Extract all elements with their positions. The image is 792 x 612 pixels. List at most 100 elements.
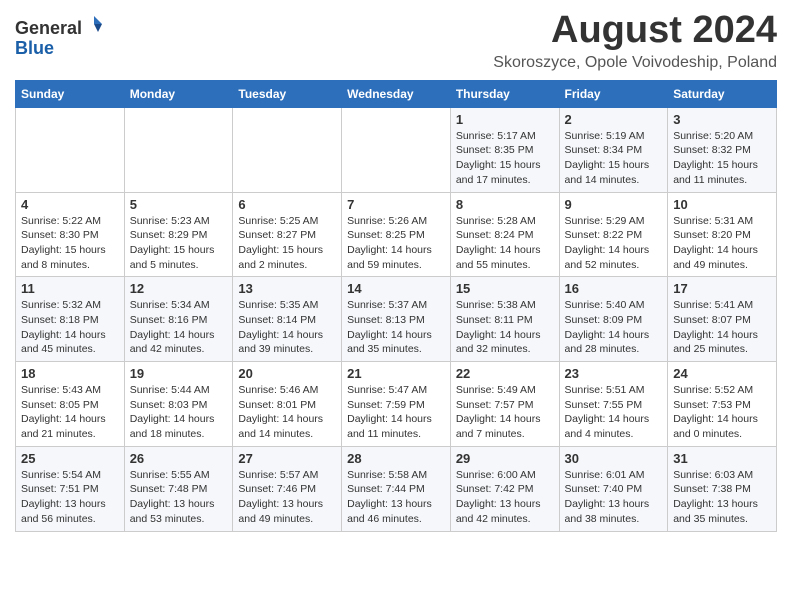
day-number: 17 — [673, 281, 771, 296]
calendar-cell: 8Sunrise: 5:28 AM Sunset: 8:24 PM Daylig… — [450, 192, 559, 277]
day-detail: Sunrise: 5:46 AM Sunset: 8:01 PM Dayligh… — [238, 384, 323, 440]
day-number: 25 — [21, 451, 119, 466]
day-detail: Sunrise: 5:20 AM Sunset: 8:32 PM Dayligh… — [673, 130, 758, 186]
main-title: August 2024 — [493, 10, 777, 52]
day-detail: Sunrise: 5:35 AM Sunset: 8:14 PM Dayligh… — [238, 299, 323, 355]
calendar-cell — [233, 107, 342, 192]
calendar-cell: 6Sunrise: 5:25 AM Sunset: 8:27 PM Daylig… — [233, 192, 342, 277]
calendar-cell: 27 Sunrise: 5:57 AM Sunset: 7:46 PM Dayli… — [233, 446, 342, 531]
week-row-1: 1Sunrise: 5:17 AM Sunset: 8:35 PM Daylig… — [16, 107, 777, 192]
title-block: August 2024 Skoroszyce, Opole Voivodeshi… — [493, 10, 777, 72]
calendar-cell: 12Sunrise: 5:34 AM Sunset: 8:16 PM Dayli… — [124, 277, 233, 362]
calendar-cell — [342, 107, 451, 192]
day-number: 18 — [21, 366, 119, 381]
day-number: 7 — [347, 197, 445, 212]
day-number: 8 — [456, 197, 554, 212]
calendar-cell: 19 Sunrise: 5:44 AM Sunset: 8:03 PM Dayli… — [124, 362, 233, 447]
calendar-cell: 5Sunrise: 5:23 AM Sunset: 8:29 PM Daylig… — [124, 192, 233, 277]
day-number: 19 — [130, 366, 228, 381]
day-number: 2 — [565, 112, 663, 127]
day-number: 15 — [456, 281, 554, 296]
week-row-2: 4 Sunrise: 5:22 AM Sunset: 8:30 PM Daylig… — [16, 192, 777, 277]
calendar-cell: 10 Sunrise: 5:31 AM Sunset: 8:20 PM Dayli… — [668, 192, 777, 277]
day-number: 4 — [21, 197, 119, 212]
day-detail: Sunrise: 5:29 AM Sunset: 8:22 PM Dayligh… — [565, 215, 650, 271]
day-detail: Sunrise: 5:55 AM Sunset: 7:48 PM Dayligh… — [130, 469, 215, 525]
calendar-cell: 18 Sunrise: 5:43 AM Sunset: 8:05 PM Dayli… — [16, 362, 125, 447]
day-detail: Sunrise: 5:38 AM Sunset: 8:11 PM Dayligh… — [456, 299, 541, 355]
week-row-3: 11Sunrise: 5:32 AM Sunset: 8:18 PM Dayli… — [16, 277, 777, 362]
day-number: 14 — [347, 281, 445, 296]
day-number: 24 — [673, 366, 771, 381]
day-detail: Sunrise: 5:44 AM Sunset: 8:03 PM Dayligh… — [130, 384, 215, 440]
day-number: 12 — [130, 281, 228, 296]
calendar-cell: 21 Sunrise: 5:47 AM Sunset: 7:59 PM Dayli… — [342, 362, 451, 447]
day-detail: Sunrise: 6:01 AM Sunset: 7:40 PM Dayligh… — [565, 469, 650, 525]
day-number: 23 — [565, 366, 663, 381]
day-number: 29 — [456, 451, 554, 466]
calendar-table: SundayMondayTuesdayWednesdayThursdayFrid… — [15, 80, 777, 532]
calendar-cell — [124, 107, 233, 192]
day-number: 31 — [673, 451, 771, 466]
logo-blue: Blue — [15, 38, 54, 58]
calendar-cell: 14 Sunrise: 5:37 AM Sunset: 8:13 PM Dayli… — [342, 277, 451, 362]
calendar-cell: 17Sunrise: 5:41 AM Sunset: 8:07 PM Dayli… — [668, 277, 777, 362]
header-row: SundayMondayTuesdayWednesdayThursdayFrid… — [16, 80, 777, 107]
calendar-cell: 24 Sunrise: 5:52 AM Sunset: 7:53 PM Dayli… — [668, 362, 777, 447]
logo-general: General — [15, 18, 82, 38]
col-header-wednesday: Wednesday — [342, 80, 451, 107]
day-number: 28 — [347, 451, 445, 466]
calendar-cell: 28Sunrise: 5:58 AM Sunset: 7:44 PM Dayli… — [342, 446, 451, 531]
day-detail: Sunrise: 5:43 AM Sunset: 8:05 PM Dayligh… — [21, 384, 106, 440]
week-row-4: 18 Sunrise: 5:43 AM Sunset: 8:05 PM Dayli… — [16, 362, 777, 447]
calendar-cell: 30 Sunrise: 6:01 AM Sunset: 7:40 PM Dayli… — [559, 446, 668, 531]
day-detail: Sunrise: 5:23 AM Sunset: 8:29 PM Dayligh… — [130, 215, 215, 271]
col-header-sunday: Sunday — [16, 80, 125, 107]
col-header-thursday: Thursday — [450, 80, 559, 107]
day-detail: Sunrise: 5:26 AM Sunset: 8:25 PM Dayligh… — [347, 215, 432, 271]
col-header-saturday: Saturday — [668, 80, 777, 107]
calendar-cell: 15 Sunrise: 5:38 AM Sunset: 8:11 PM Dayli… — [450, 277, 559, 362]
calendar-cell: 13Sunrise: 5:35 AM Sunset: 8:14 PM Dayli… — [233, 277, 342, 362]
day-number: 3 — [673, 112, 771, 127]
day-number: 10 — [673, 197, 771, 212]
day-detail: Sunrise: 6:03 AM Sunset: 7:38 PM Dayligh… — [673, 469, 758, 525]
day-number: 20 — [238, 366, 336, 381]
day-detail: Sunrise: 5:40 AM Sunset: 8:09 PM Dayligh… — [565, 299, 650, 355]
day-number: 30 — [565, 451, 663, 466]
day-detail: Sunrise: 5:32 AM Sunset: 8:18 PM Dayligh… — [21, 299, 106, 355]
day-detail: Sunrise: 5:47 AM Sunset: 7:59 PM Dayligh… — [347, 384, 432, 440]
day-number: 21 — [347, 366, 445, 381]
subtitle: Skoroszyce, Opole Voivodeship, Poland — [493, 54, 777, 72]
day-detail: Sunrise: 5:57 AM Sunset: 7:46 PM Dayligh… — [238, 469, 323, 525]
day-detail: Sunrise: 5:52 AM Sunset: 7:53 PM Dayligh… — [673, 384, 758, 440]
day-number: 22 — [456, 366, 554, 381]
logo-icon — [84, 14, 104, 34]
week-row-5: 25Sunrise: 5:54 AM Sunset: 7:51 PM Dayli… — [16, 446, 777, 531]
day-detail: Sunrise: 6:00 AM Sunset: 7:42 PM Dayligh… — [456, 469, 541, 525]
calendar-cell: 2Sunrise: 5:19 AM Sunset: 8:34 PM Daylig… — [559, 107, 668, 192]
day-detail: Sunrise: 5:22 AM Sunset: 8:30 PM Dayligh… — [21, 215, 106, 271]
day-detail: Sunrise: 5:37 AM Sunset: 8:13 PM Dayligh… — [347, 299, 432, 355]
page-header: General Blue August 2024 Skoroszyce, Opo… — [15, 10, 777, 72]
calendar-cell: 3 Sunrise: 5:20 AM Sunset: 8:32 PM Daylig… — [668, 107, 777, 192]
day-number: 1 — [456, 112, 554, 127]
calendar-cell: 9Sunrise: 5:29 AM Sunset: 8:22 PM Daylig… — [559, 192, 668, 277]
calendar-cell: 16Sunrise: 5:40 AM Sunset: 8:09 PM Dayli… — [559, 277, 668, 362]
calendar-cell: 23 Sunrise: 5:51 AM Sunset: 7:55 PM Dayli… — [559, 362, 668, 447]
calendar-cell: 25Sunrise: 5:54 AM Sunset: 7:51 PM Dayli… — [16, 446, 125, 531]
day-detail: Sunrise: 5:49 AM Sunset: 7:57 PM Dayligh… — [456, 384, 541, 440]
day-detail: Sunrise: 5:51 AM Sunset: 7:55 PM Dayligh… — [565, 384, 650, 440]
day-number: 27 — [238, 451, 336, 466]
logo: General Blue — [15, 14, 104, 59]
calendar-cell: 29 Sunrise: 6:00 AM Sunset: 7:42 PM Dayli… — [450, 446, 559, 531]
day-detail: Sunrise: 5:31 AM Sunset: 8:20 PM Dayligh… — [673, 215, 758, 271]
calendar-cell: 26Sunrise: 5:55 AM Sunset: 7:48 PM Dayli… — [124, 446, 233, 531]
calendar-cell: 31 Sunrise: 6:03 AM Sunset: 7:38 PM Dayli… — [668, 446, 777, 531]
calendar-cell: 4 Sunrise: 5:22 AM Sunset: 8:30 PM Daylig… — [16, 192, 125, 277]
col-header-monday: Monday — [124, 80, 233, 107]
calendar-cell — [16, 107, 125, 192]
calendar-cell: 7 Sunrise: 5:26 AM Sunset: 8:25 PM Daylig… — [342, 192, 451, 277]
day-number: 6 — [238, 197, 336, 212]
calendar-cell: 20 Sunrise: 5:46 AM Sunset: 8:01 PM Dayli… — [233, 362, 342, 447]
